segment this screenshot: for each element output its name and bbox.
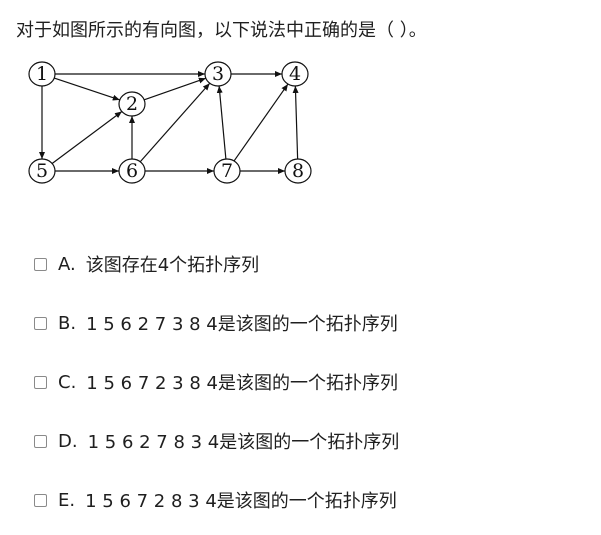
option-a-letter: A. <box>58 253 76 275</box>
option-e-text: 1 5 6 7 2 8 3 4是该图的一个拓扑序列 <box>85 491 397 512</box>
directed-graph-figure: 1 2 3 4 5 6 7 8 <box>28 61 312 184</box>
option-b-text: 1 5 6 2 7 3 8 4是该图的一个拓扑序列 <box>86 314 398 335</box>
node-8-label: 8 <box>292 160 304 182</box>
edge-7-3 <box>216 85 227 160</box>
edge-2-3 <box>143 77 207 101</box>
option-a[interactable]: A. 该图存在4个拓扑序列 <box>34 250 259 278</box>
question-text: 对于如图所示的有向图，以下说法中正确的是（ ）。 <box>16 20 427 41</box>
option-c[interactable]: C. 1 5 6 7 2 3 8 4是该图的一个拓扑序列 <box>34 368 398 396</box>
option-b-checkbox[interactable] <box>34 316 47 330</box>
option-a-text: 该图存在4个拓扑序列 <box>85 255 260 276</box>
edge-1-2 <box>54 77 120 101</box>
option-d-text: 1 5 6 2 7 8 3 4是该图的一个拓扑序列 <box>87 432 400 453</box>
option-d-letter: D. <box>58 430 78 452</box>
edge-5-2 <box>51 111 123 164</box>
node-6-label: 6 <box>126 160 138 182</box>
node-3: 3 <box>204 61 232 87</box>
option-c-checkbox[interactable] <box>34 375 47 389</box>
node-4-label: 4 <box>289 63 301 85</box>
node-5-label: 5 <box>36 160 48 182</box>
option-d[interactable]: D. 1 5 6 2 7 8 3 4是该图的一个拓扑序列 <box>34 427 399 455</box>
option-e-checkbox[interactable] <box>34 493 47 507</box>
option-c-text: 1 5 6 7 2 3 8 4是该图的一个拓扑序列 <box>86 373 398 394</box>
option-b-letter: B. <box>58 312 77 334</box>
node-1-label: 1 <box>36 63 48 85</box>
option-e[interactable]: E. 1 5 6 7 2 8 3 4是该图的一个拓扑序列 <box>34 486 397 514</box>
node-3-label: 3 <box>212 63 224 85</box>
option-e-letter: E. <box>58 489 76 511</box>
node-1: 1 <box>28 61 56 87</box>
edge-8-4 <box>292 85 299 160</box>
node-2: 2 <box>118 91 146 117</box>
node-7-label: 7 <box>221 160 233 182</box>
node-2-label: 2 <box>126 93 138 115</box>
node-4: 4 <box>281 61 309 87</box>
node-8: 8 <box>284 158 312 184</box>
option-c-letter: C. <box>58 371 77 393</box>
edge-7-4 <box>233 83 289 162</box>
option-b[interactable]: B. 1 5 6 2 7 3 8 4是该图的一个拓扑序列 <box>34 309 398 337</box>
edge-6-3 <box>139 82 211 163</box>
option-a-checkbox[interactable] <box>34 257 47 271</box>
node-5: 5 <box>28 158 56 184</box>
option-d-checkbox[interactable] <box>34 434 47 448</box>
node-7: 7 <box>213 158 241 184</box>
node-6: 6 <box>118 158 146 184</box>
